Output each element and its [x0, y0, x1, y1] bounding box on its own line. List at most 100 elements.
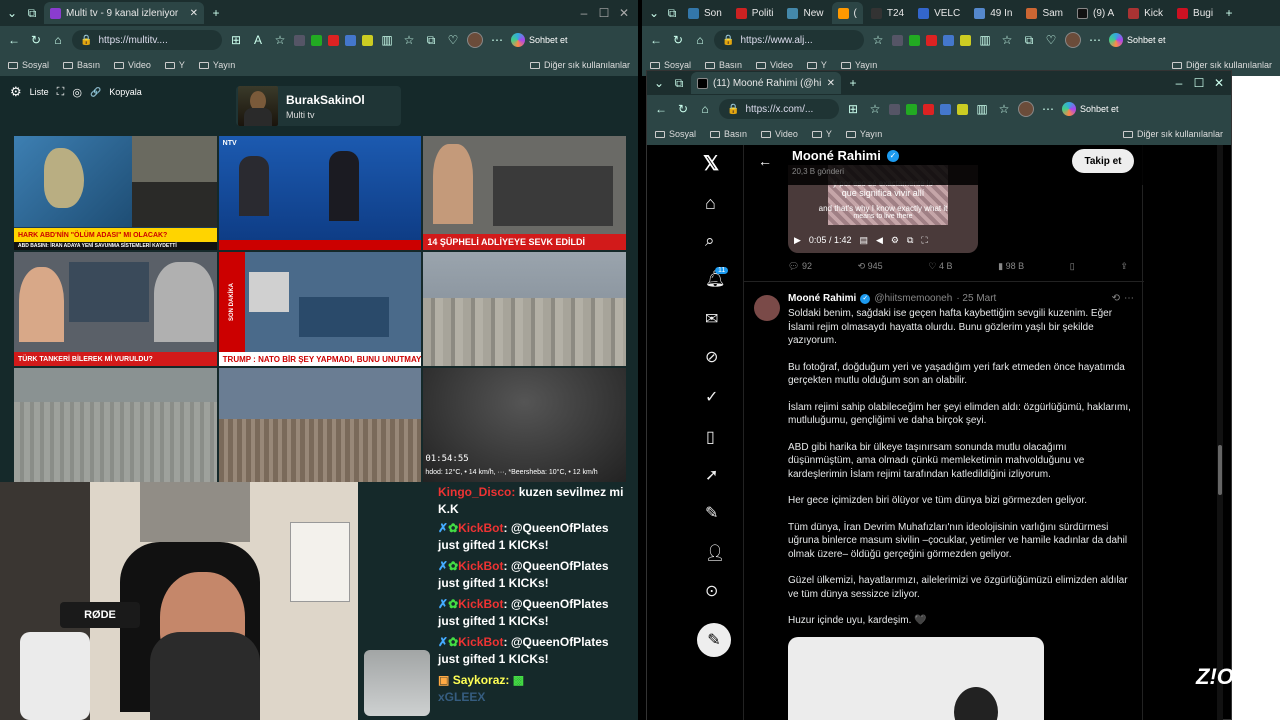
- new-tab-icon[interactable]: +: [1221, 5, 1237, 21]
- verified-orgs-icon[interactable]: ✓: [705, 387, 718, 407]
- app-icon[interactable]: ⊞: [228, 32, 244, 48]
- bookmark-folder[interactable]: Yayın: [845, 129, 882, 139]
- browser-tab[interactable]: Bugi: [1171, 2, 1219, 24]
- extension-icon[interactable]: [889, 103, 900, 115]
- home-icon[interactable]: ⌂: [50, 32, 66, 48]
- play-icon[interactable]: ▶: [794, 235, 801, 246]
- more-menu-icon[interactable]: ⋯: [489, 32, 505, 48]
- scrollbar[interactable]: [1217, 145, 1223, 720]
- bookmark-folder[interactable]: Sosyal: [8, 60, 49, 70]
- maximize-icon[interactable]: ☐: [596, 5, 612, 21]
- bookmark-folder[interactable]: Yayın: [198, 60, 235, 70]
- bookmark-button[interactable]: ▯: [1070, 261, 1075, 272]
- chat-user[interactable]: Kingo_Disco:: [438, 485, 515, 499]
- collections-icon[interactable]: ⧉: [1021, 32, 1037, 48]
- fullscreen-icon[interactable]: ⛶: [921, 235, 927, 246]
- new-tab-icon[interactable]: +: [845, 75, 861, 91]
- captions-icon[interactable]: ▤: [859, 235, 868, 246]
- close-icon[interactable]: ✕: [190, 8, 198, 19]
- x-logo-icon[interactable]: 𝕏: [703, 151, 719, 176]
- copilot-button[interactable]: Sohbet et: [1062, 102, 1119, 116]
- browser-tab[interactable]: 49 In: [968, 2, 1018, 24]
- extension-icon[interactable]: [345, 34, 356, 46]
- grok-icon[interactable]: ⟲: [1112, 293, 1120, 304]
- tab-actions-icon[interactable]: ⌄: [4, 5, 20, 21]
- profile-avatar[interactable]: [1018, 101, 1034, 117]
- settings-icon[interactable]: ⚙: [891, 235, 899, 246]
- browser-essentials-icon[interactable]: ♡: [445, 32, 461, 48]
- chat-user[interactable]: KickBot: [458, 559, 503, 573]
- video-tile[interactable]: [218, 368, 422, 482]
- help-icon[interactable]: ◎: [72, 86, 82, 99]
- address-bar[interactable]: 🔒 https://multitv....: [72, 30, 222, 50]
- fullscreen-icon[interactable]: ⛶: [57, 86, 65, 99]
- video-tile[interactable]: [14, 368, 217, 482]
- more-icon[interactable]: ⋯: [1124, 293, 1134, 304]
- list-button[interactable]: Liste: [30, 87, 49, 97]
- collections-icon[interactable]: ⧉: [423, 32, 439, 48]
- tab-multitv[interactable]: Multi tv - 9 kanal izleniyor ✕: [44, 2, 204, 24]
- jobs-icon[interactable]: ➚: [705, 465, 718, 485]
- favorite-star-icon[interactable]: ☆: [870, 32, 886, 48]
- bookmark-folder[interactable]: Y: [164, 60, 185, 70]
- workspaces-icon[interactable]: ⧉: [24, 5, 40, 21]
- grok-icon[interactable]: ⊘: [705, 347, 718, 367]
- window-close-icon[interactable]: ✕: [616, 5, 632, 21]
- bookmark-folder[interactable]: Basın: [63, 60, 100, 70]
- address-bar[interactable]: 🔒 https://x.com/...: [719, 99, 839, 119]
- split-screen-icon[interactable]: ▥: [977, 32, 993, 48]
- extension-icon[interactable]: [362, 34, 373, 46]
- video-tile[interactable]: NTV: [218, 136, 422, 250]
- favorites-icon[interactable]: ☆: [996, 101, 1012, 117]
- new-tab-icon[interactable]: +: [208, 5, 224, 21]
- chat-user[interactable]: KickBot: [458, 597, 503, 611]
- more-menu-icon[interactable]: ⋯: [1087, 32, 1103, 48]
- post-image[interactable]: [788, 637, 1044, 720]
- back-icon[interactable]: ←: [648, 32, 664, 48]
- settings-icon[interactable]: ⚙: [10, 84, 22, 100]
- chat-user[interactable]: KickBot: [458, 635, 503, 649]
- bookmark-folder[interactable]: Video: [761, 129, 798, 139]
- copy-button[interactable]: Kopyala: [109, 87, 142, 97]
- profile-icon[interactable]: 👤︎: [705, 543, 725, 563]
- extension-icon[interactable]: [957, 103, 968, 115]
- browser-tab[interactable]: New: [781, 2, 829, 24]
- bookmark-folder[interactable]: Y: [806, 60, 827, 70]
- bookmark-folder[interactable]: Yayın: [840, 60, 877, 70]
- extension-icon[interactable]: [960, 34, 971, 46]
- extension-icon[interactable]: [923, 103, 934, 115]
- browser-tab[interactable]: Son: [682, 2, 728, 24]
- bookmark-folder[interactable]: Sosyal: [655, 129, 696, 139]
- communities-icon[interactable]: ✎: [705, 503, 718, 523]
- browser-tab[interactable]: T24: [865, 2, 910, 24]
- bookmarks-icon[interactable]: ▯: [706, 427, 715, 447]
- bookmark-folder[interactable]: Sosyal: [650, 60, 691, 70]
- back-icon[interactable]: ←: [6, 32, 22, 48]
- extension-icon[interactable]: [294, 34, 305, 46]
- browser-essentials-icon[interactable]: ♡: [1043, 32, 1059, 48]
- refresh-icon[interactable]: ↻: [670, 32, 686, 48]
- copilot-button[interactable]: Sohbet et: [1109, 33, 1166, 47]
- bookmark-folder[interactable]: Video: [756, 60, 793, 70]
- favorites-icon[interactable]: ☆: [401, 32, 417, 48]
- profile-avatar[interactable]: [1065, 32, 1081, 48]
- tab-x[interactable]: (11) Mooné Rahimi (@hiitsmemo ✕: [691, 72, 841, 94]
- copilot-button[interactable]: Sohbet et: [511, 33, 568, 47]
- extension-icon[interactable]: [940, 103, 951, 115]
- bookmark-folder[interactable]: Basın: [705, 60, 742, 70]
- read-aloud-icon[interactable]: A: [250, 32, 266, 48]
- extension-icon[interactable]: [328, 34, 339, 46]
- scrollbar-thumb[interactable]: [1218, 445, 1222, 495]
- chat-user[interactable]: KickBot: [458, 521, 503, 535]
- browser-tab[interactable]: (9) A: [1071, 2, 1120, 24]
- post-button[interactable]: ✎: [697, 623, 731, 657]
- browser-tab[interactable]: VELC: [912, 2, 966, 24]
- reply-button[interactable]: 💬︎ 92: [788, 261, 812, 272]
- post-avatar[interactable]: [754, 295, 780, 321]
- back-arrow-icon[interactable]: ←: [758, 153, 772, 169]
- video-tile[interactable]: HARK ABD'NİN "ÖLÜM ADASI" MI OLACAK? ABD…: [14, 136, 217, 250]
- pip-icon[interactable]: ⧉: [907, 235, 913, 246]
- bookmark-folder[interactable]: Video: [114, 60, 151, 70]
- video-tile[interactable]: 14 ŞÜPHELİ ADLİYEYE SEVK EDİLDİ: [423, 136, 626, 250]
- other-bookmarks[interactable]: Diğer sık kullanılanlar: [1122, 129, 1223, 139]
